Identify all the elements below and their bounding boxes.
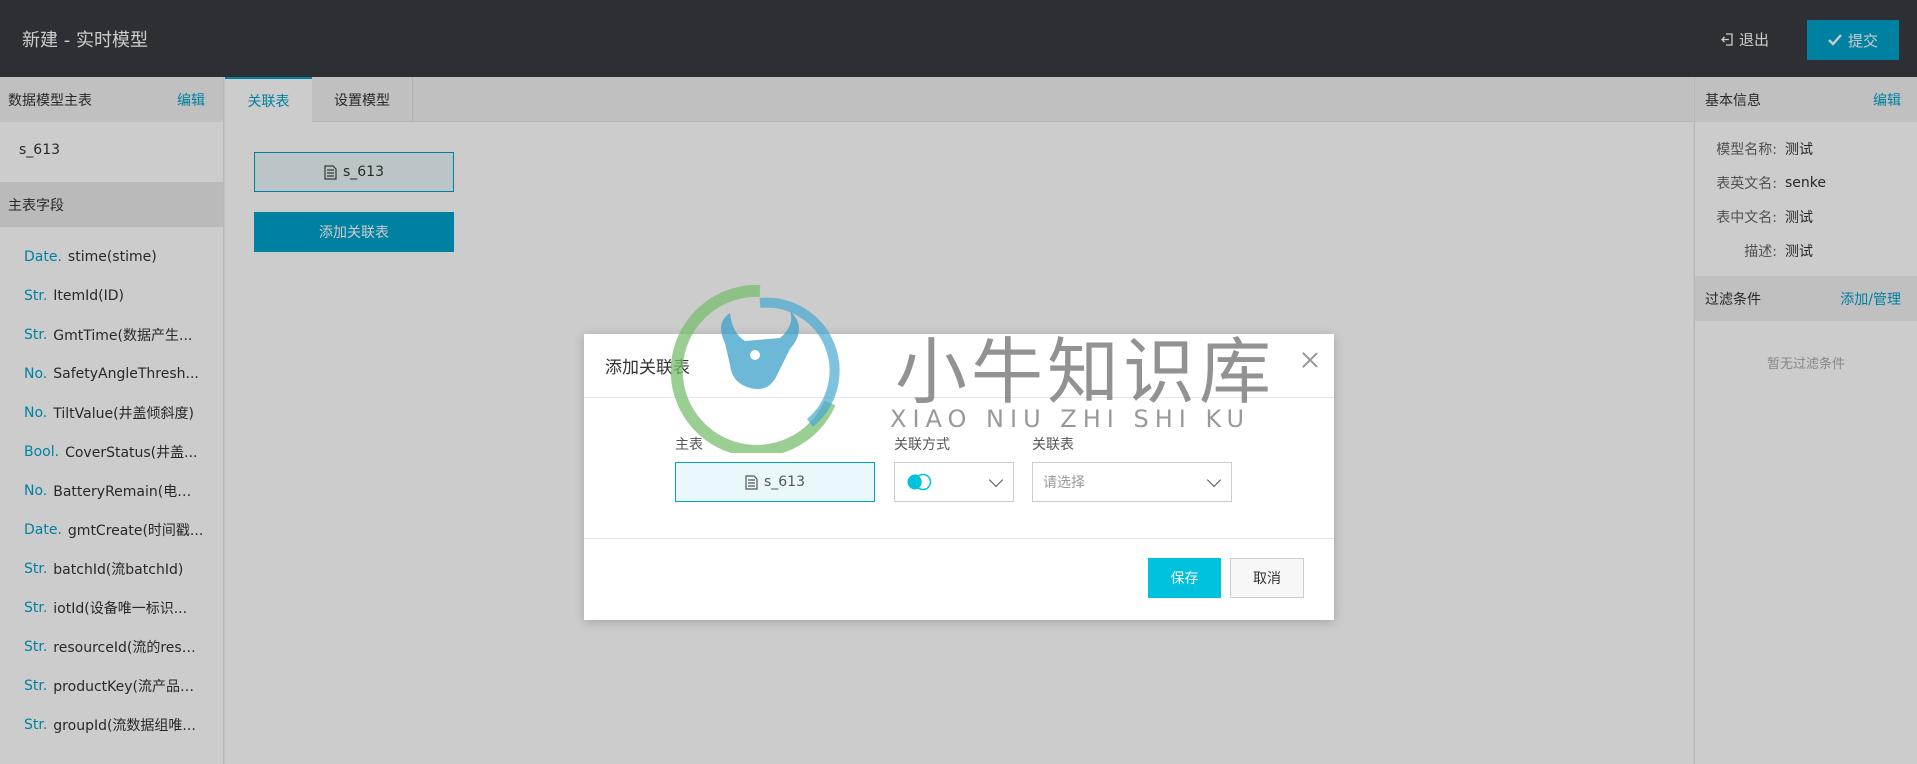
- main-table-value: s_613: [763, 474, 805, 490]
- add-relation-dialog: 添加关联表 主表 关联方式 关联表 s_613 请选择 保存 取消: [584, 334, 1334, 620]
- table-doc-icon: [745, 474, 758, 490]
- inner-join-icon: [907, 473, 932, 491]
- chevron-down-icon: [988, 472, 1004, 488]
- join-type-select[interactable]: [894, 462, 1014, 502]
- related-table-placeholder: 请选择: [1043, 475, 1085, 491]
- cancel-button[interactable]: 取消: [1230, 558, 1304, 598]
- dialog-title: 添加关联表: [584, 334, 1334, 398]
- save-button[interactable]: 保存: [1148, 558, 1221, 598]
- chevron-down-icon: [1206, 472, 1222, 488]
- close-icon[interactable]: [1300, 350, 1320, 370]
- main-table-field: s_613: [675, 462, 875, 502]
- dialog-footer-divider: [584, 538, 1334, 539]
- related-table-label: 关联表: [1032, 437, 1074, 453]
- main-table-label: 主表: [675, 437, 703, 453]
- join-type-label: 关联方式: [894, 437, 950, 453]
- related-table-select[interactable]: 请选择: [1032, 462, 1232, 502]
